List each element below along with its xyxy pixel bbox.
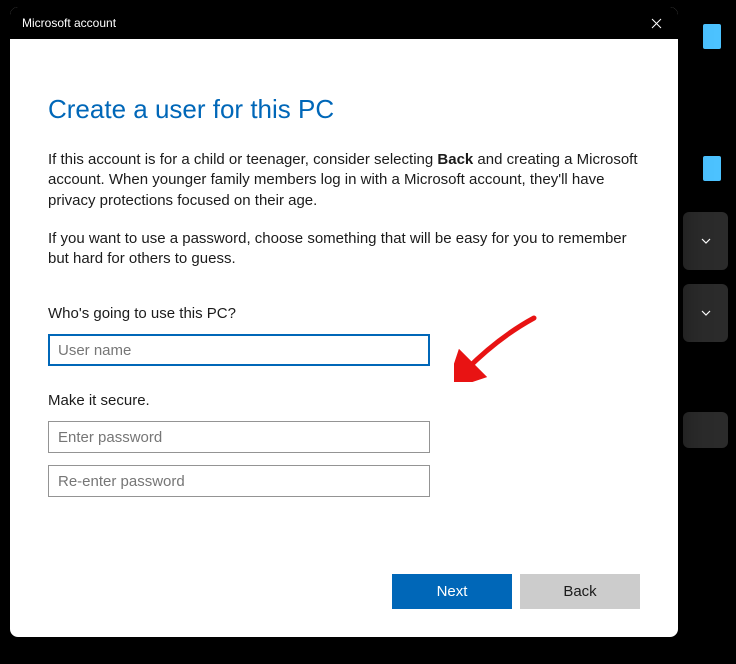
close-icon	[651, 18, 662, 29]
next-button[interactable]: Next	[392, 574, 512, 609]
username-input[interactable]: User name	[48, 334, 430, 366]
titlebar: Microsoft account	[10, 7, 678, 39]
password-section-label: Make it secure.	[48, 392, 640, 409]
back-button[interactable]: Back	[520, 574, 640, 609]
create-user-dialog: Microsoft account Create a user for this…	[10, 7, 678, 637]
arrow-annotation-icon	[454, 312, 544, 382]
bg-expand-panel[interactable]	[683, 212, 728, 270]
background-panels	[676, 0, 736, 664]
password-input[interactable]: Enter password	[48, 421, 430, 453]
bg-expand-panel[interactable]	[683, 284, 728, 342]
bg-accent-tile	[703, 24, 721, 49]
password-confirm-input[interactable]: Re-enter password	[48, 465, 430, 497]
dialog-content: Create a user for this PC If this accoun…	[10, 39, 678, 637]
chevron-down-icon	[700, 307, 712, 319]
page-heading: Create a user for this PC	[48, 94, 640, 125]
description-paragraph-1: If this account is for a child or teenag…	[48, 150, 640, 211]
desc1-pre: If this account is for a child or teenag…	[48, 151, 437, 168]
username-placeholder: User name	[58, 342, 131, 359]
password-placeholder: Enter password	[58, 429, 162, 446]
bg-accent-tile	[703, 156, 721, 181]
chevron-down-icon	[700, 235, 712, 247]
dialog-button-row: Next Back	[392, 574, 640, 609]
desc1-bold: Back	[437, 151, 473, 168]
window-title: Microsoft account	[22, 16, 646, 30]
description-paragraph-2: If you want to use a password, choose so…	[48, 229, 640, 270]
password-confirm-placeholder: Re-enter password	[58, 473, 185, 490]
username-section-label: Who's going to use this PC?	[48, 305, 640, 322]
close-button[interactable]	[646, 13, 666, 33]
bg-panel	[683, 412, 728, 448]
